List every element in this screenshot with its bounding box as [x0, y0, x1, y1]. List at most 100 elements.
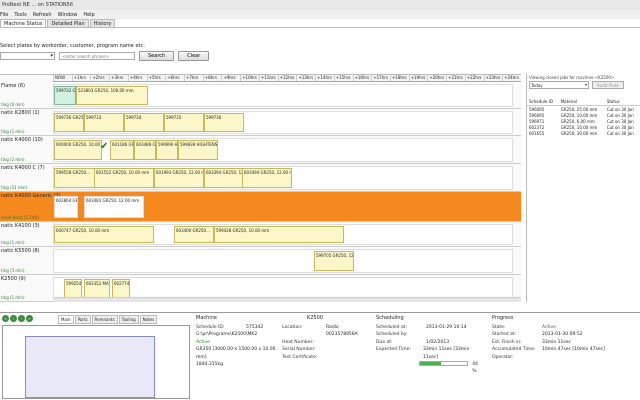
machine-row[interactable]: natic K4000 C (7) ting (11 min) 599558 GR2…	[0, 164, 521, 192]
main-tabs: Machine Status Detailed Plan History	[0, 19, 640, 28]
search-label: Select plates by workorder, customer, pr…	[0, 43, 145, 49]
menu-refresh[interactable]: Refresh	[33, 12, 52, 19]
serial-number-label: Serial Number:	[282, 347, 316, 353]
machine-row[interactable]: natic K4100 (3) ting (1 min) 600747 GR250,…	[0, 222, 521, 247]
job-lane: 599558 GR250... 601552 GR250, 10.00 mm 601…	[53, 166, 513, 190]
machine-row[interactable]: natic K5500 (8) ting (5 min) 599705 GR250,…	[0, 247, 521, 275]
job-block[interactable]: 603489 GR250...	[134, 140, 156, 160]
location-value: Radio 0023578956A	[326, 325, 358, 338]
field-label: Expected Time:	[376, 347, 411, 353]
job-block[interactable]: 599696 HIGH...	[156, 140, 178, 160]
job-block[interactable]: 599254 GR250...	[64, 279, 82, 298]
time-label: +24hrs	[502, 75, 519, 81]
job-lane: 599736 GR250, 10.00 mm599733599734599735…	[53, 111, 513, 134]
job-block[interactable]: 599736	[204, 113, 244, 132]
job-block[interactable]: 602774 HIGH...	[112, 279, 130, 298]
field-value: 2013-01-30 09:52	[542, 332, 583, 338]
table-row[interactable]: 596095 GR250, 10.00 mm Cut on 30 Jan	[527, 112, 640, 118]
job-block[interactable]: 599736 GR250, 10.00 mm	[54, 113, 84, 132]
table-row[interactable]: 596095 GR250, 25.00 mm Cut on 30 Jan	[527, 106, 640, 113]
job-block[interactable]: 600000 GR250, 10.00 mm	[54, 140, 102, 160]
machine-row[interactable]: Flame (6) ting (0 min) 599732 GR250...5238…	[0, 82, 521, 109]
table-cell: 601655	[529, 130, 545, 136]
clear-button[interactable]: Clear	[178, 51, 210, 61]
tab-remnants[interactable]: Remnants	[91, 315, 118, 324]
check-icon: ✔	[100, 141, 109, 152]
weight-value: 1844.315kg	[196, 362, 223, 368]
machine-row[interactable]: natic K2800 (1) ting (1 min) 599736 GR250,…	[0, 109, 521, 136]
menu-window[interactable]: Window	[58, 12, 78, 19]
field-value: 10min 47sec [10min 47sec]	[542, 347, 605, 353]
job-block[interactable]: 600747 GR250, 10.00 mm	[54, 226, 154, 243]
job-block[interactable]: 599733	[84, 113, 124, 132]
column-header[interactable]: Schedule ID	[527, 98, 559, 106]
time-label: +3hrs	[109, 75, 128, 81]
job-block[interactable]: 601993 GR250, 12.00 mm	[154, 168, 204, 188]
job-block[interactable]: 601186 GR250...	[110, 140, 134, 160]
search-input[interactable]	[59, 52, 135, 60]
job-block[interactable]: 603483 GR250, 12.00 mm	[84, 196, 144, 218]
time-label: +10hrs	[240, 75, 257, 81]
menu-tools[interactable]: Tools	[14, 12, 26, 19]
field-label: Due at:	[376, 339, 393, 345]
test-certificate-label: Test Certificate:	[282, 354, 318, 360]
detail-pane: « ‹ › » Main Parts Remnants Tooling Note…	[0, 312, 640, 400]
machine-status: ting (1 min)	[1, 240, 25, 245]
job-block[interactable]: 599558 GR250...	[54, 168, 98, 188]
table-row[interactable]: 602372 GR250, 10.00 mm Cut on 30 Jan	[527, 124, 640, 130]
filter-combo[interactable]: ▾	[0, 52, 55, 60]
audit-plate-button[interactable]: Audit Plate	[592, 81, 624, 89]
job-block[interactable]: 599734	[124, 113, 164, 132]
menu-help[interactable]: Help	[83, 12, 94, 19]
machine-status: ting (5 min)	[1, 268, 25, 273]
job-block[interactable]: 599732 GR250...	[54, 86, 76, 105]
machine-name: natic K4000 (10)	[1, 137, 43, 143]
job-block[interactable]: 599705 GR250, 12.00 mm	[314, 251, 354, 271]
prev-icon[interactable]: ‹	[10, 315, 17, 322]
time-label: +19hrs	[408, 75, 426, 81]
machine-status: ting (1 min)	[1, 129, 25, 134]
date-filter-combo[interactable]: Today ▾	[529, 81, 589, 89]
menu-file[interactable]: File	[0, 12, 8, 19]
horizontal-scrollbar[interactable]	[53, 297, 521, 302]
next-icon[interactable]: ›	[18, 315, 25, 322]
job-lane: 599705 GR250, 12.00 mm	[53, 249, 513, 273]
job-block[interactable]: 603494 GR250, 12.00 mm	[242, 168, 292, 188]
column-header[interactable]: Status	[604, 98, 640, 106]
job-block[interactable]: 601552 GR250, 10.00 mm	[94, 168, 154, 188]
table-row[interactable]: 596971 GR250, 6.00 mm Cut on 30 Jan	[527, 118, 640, 124]
tab-tooling[interactable]: Tooling	[118, 315, 139, 324]
tab-machine-status[interactable]: Machine Status	[0, 19, 47, 27]
machine-name: natic K4000 Generic (2)	[1, 193, 61, 199]
closed-jobs-table: Schedule ID Material Status 596095 GR250,…	[527, 98, 640, 136]
job-block[interactable]: 603400 GR250...	[174, 226, 214, 243]
tab-history[interactable]: History	[89, 19, 116, 27]
search-button[interactable]: Search	[139, 51, 175, 61]
table-row[interactable]: 601655 GR250, 30.00 mm Cut on 30 Jan	[527, 130, 640, 136]
job-block[interactable]: 602352 MAXA...	[84, 279, 110, 298]
tab-main[interactable]: Main	[58, 315, 74, 324]
job-block[interactable]: 599428 GR250, 10.00 mm	[214, 226, 344, 243]
time-label: +12hrs	[277, 75, 295, 81]
time-label: +21hrs	[446, 75, 463, 81]
time-label: +16hrs	[352, 75, 370, 81]
first-icon[interactable]: «	[2, 315, 9, 322]
job-block[interactable]: 599838 HIGHTENS...	[178, 140, 218, 160]
tab-parts[interactable]: Parts	[74, 315, 91, 324]
machine-row[interactable]: natic K4000 Generic (2) nned since (17:40…	[0, 192, 521, 222]
time-label: +23hrs	[483, 75, 501, 81]
plate-shape	[25, 336, 155, 398]
job-block[interactable]: 599735	[164, 113, 204, 132]
field-label: Scheduled at:	[376, 325, 408, 330]
column-header[interactable]: Material	[558, 98, 605, 106]
time-label: +20hrs	[427, 75, 445, 81]
last-icon[interactable]: »	[26, 315, 33, 322]
tab-detailed-plan[interactable]: Detailed Plan	[47, 19, 89, 27]
machine-name: K2500	[306, 315, 323, 321]
job-block[interactable]: 523803 GR250, 100.00 mm	[76, 86, 148, 105]
machine-timeline: NOW +1hrs +2hrs +3hrs +4hrs +5hrs +6hrs +7hrs +8…	[0, 74, 521, 302]
job-block[interactable]: 602864 GR250, 12...	[54, 196, 78, 218]
machine-name: natic K4100 (3)	[1, 223, 40, 229]
machine-row[interactable]: natic K4000 (10) ting (2 min) 600000 GR250…	[0, 136, 521, 164]
tab-notes[interactable]: Notes	[139, 315, 158, 324]
